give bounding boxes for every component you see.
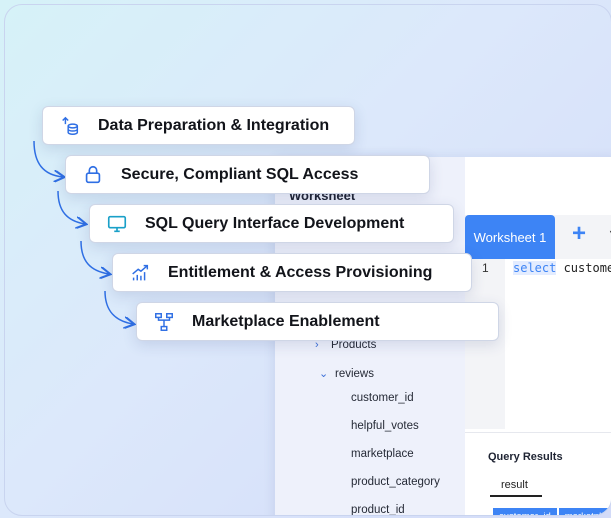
hierarchy-icon [152,310,176,334]
database-upload-icon [58,114,82,138]
card-label: Marketplace Enablement [192,312,380,330]
growth-chart-icon [128,261,152,285]
arrow-4 [104,290,133,324]
card-secure-sql-access[interactable]: Secure, Compliant SQL Access [65,155,430,194]
frame: Worksheet › Products ⌄ reviews customer_id… [4,4,611,516]
card-sql-query-interface[interactable]: SQL Query Interface Development [89,204,454,243]
arrow-3 [80,240,109,274]
card-label: Data Preparation & Integration [98,116,330,134]
card-label: Entitlement & Access Provisioning [168,263,433,281]
monitor-icon [105,212,129,236]
card-label: SQL Query Interface Development [145,214,405,232]
card-entitlement-provisioning[interactable]: Entitlement & Access Provisioning [112,253,472,292]
card-marketplace-enablement[interactable]: Marketplace Enablement [136,302,499,341]
arrow-1 [33,140,63,177]
card-data-preparation[interactable]: Data Preparation & Integration [42,106,355,145]
arrow-2 [57,190,85,224]
lock-icon [81,163,105,187]
card-label: Secure, Compliant SQL Access [121,165,359,183]
